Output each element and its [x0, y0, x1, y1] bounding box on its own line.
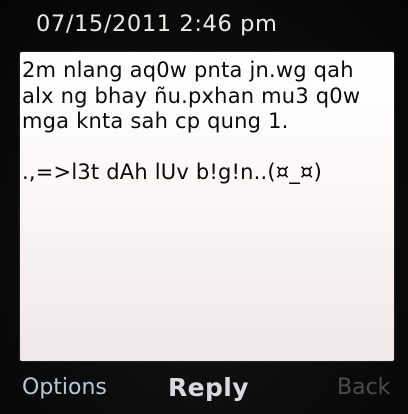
message-body: 2m nlang aq0w pnta jn.wg qah alx ng bhay…	[22, 58, 361, 184]
message-panel[interactable]: 2m nlang aq0w pnta jn.wg qah alx ng bhay…	[20, 52, 394, 361]
reply-softkey[interactable]: Reply	[168, 370, 249, 406]
softkey-bar: Options Reply Back	[0, 362, 408, 414]
message-timestamp: 07/15/2011 2:46 pm	[36, 11, 278, 37]
options-softkey[interactable]: Options	[22, 370, 107, 406]
phone-screen: 07/15/2011 2:46 pm 2m nlang aq0w pnta jn…	[0, 0, 408, 414]
back-softkey[interactable]: Back	[337, 370, 390, 406]
